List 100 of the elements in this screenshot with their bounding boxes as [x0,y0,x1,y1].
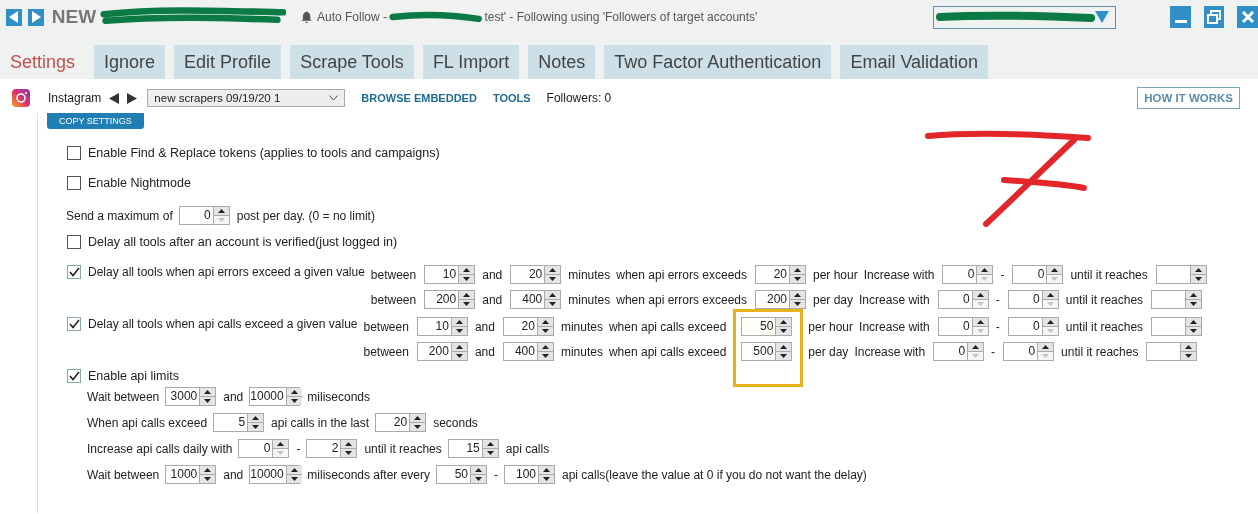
tab[interactable]: Notes [528,45,596,79]
checkbox-label: Enable api limits [88,369,179,383]
toolbar-link[interactable]: TOOLS [492,92,531,104]
number-spinner[interactable]: 0 [1007,290,1059,309]
bell-icon [300,10,312,24]
setting-label: miliseconds [307,389,370,404]
number-spinner[interactable]: 20 [755,265,806,284]
number-spinner[interactable]: 20 [502,317,554,336]
number-spinner[interactable]: 3000 [165,387,217,406]
number-spinner[interactable]: 0 [178,206,230,225]
status-text: Auto Follow - [317,10,388,24]
forward-button[interactable] [27,8,44,26]
setting-label: - [1000,267,1005,282]
setting-label: between [363,319,409,334]
number-spinner[interactable]: 200 [416,342,468,361]
number-spinner[interactable]: 0 [937,290,989,309]
setting-label: When api calls exceed [87,415,208,430]
tab[interactable]: Scrape Tools [290,45,414,79]
chevron-icon [329,95,339,101]
number-spinner[interactable]: 100 [504,465,555,484]
number-spinner[interactable]: 10 [416,317,468,336]
number-spinner[interactable]: 0 [1012,265,1064,284]
number-spinner[interactable]: 400 [502,342,554,361]
number-spinner[interactable]: 200 [424,290,476,309]
number-spinner[interactable]: 0 [1003,342,1055,361]
setting-label: Wait between [87,467,160,482]
setting-label: Wait between [87,389,160,404]
number-spinner[interactable]: 10000 [249,387,301,406]
number-spinner[interactable]: 20 [510,265,562,284]
setting-label: - [995,319,1000,334]
number-spinner[interactable]: 50 [436,465,487,484]
checkbox[interactable] [67,176,81,190]
account-dropdown[interactable] [933,5,1117,29]
setting-label: until it reaches [1061,344,1139,359]
setting-label: and [223,389,244,404]
tab[interactable]: Email Validation [840,45,989,79]
setting-label: minutes [560,344,603,359]
number-spinner[interactable] [1151,317,1203,336]
number-spinner[interactable] [1151,290,1203,309]
checkbox[interactable] [67,235,81,249]
number-spinner[interactable]: 200 [755,290,806,309]
checkbox[interactable] [67,317,81,331]
restore-icon [1207,10,1222,24]
setting-label: Increase with [859,292,930,307]
setting-label: miliseconds after every [307,467,430,482]
setting-label: api calls [505,441,550,456]
tab[interactable]: Two Factor Authentication [604,45,832,79]
copy-settings-button[interactable]: COPY SETTINGS [47,113,144,129]
checkbox-label: Delay all tools when api errors exceed a given value [88,265,365,279]
number-spinner[interactable]: 10000 [249,465,301,484]
number-spinner[interactable]: 20 [375,413,427,432]
camera-icon [12,89,30,107]
close-button[interactable] [1237,6,1258,28]
setting-label: per hour [808,319,854,334]
back-button[interactable] [6,8,22,26]
setting-label: minutes [568,292,611,307]
setting-label: minutes [568,267,611,282]
how-it-works-button[interactable]: HOW IT WORKS [1137,87,1240,109]
number-spinner[interactable]: 10 [424,265,476,284]
close-icon [1240,10,1255,24]
setting-label: and [474,344,495,359]
setting-label: when api calls exceed [608,344,727,359]
setting-label: Send a maximum of [66,208,173,223]
number-spinner[interactable]: 0 [942,265,994,284]
number-spinner[interactable]: 0 [933,342,985,361]
setting-label: - [995,292,1000,307]
minimize-button[interactable] [1170,6,1191,28]
number-spinner[interactable]: 15 [447,439,499,458]
number-spinner[interactable]: 2 [306,439,358,458]
setting-label: when api errors exceeds [616,267,747,282]
number-spinner[interactable]: 5 [213,413,265,432]
checkbox[interactable] [67,265,81,279]
checkbox[interactable] [67,369,81,383]
checkbox-label: Enable Nightmode [88,176,191,190]
next-arrow-icon[interactable] [127,92,138,104]
tab[interactable]: Edit Profile [174,45,282,79]
checkbox[interactable] [67,146,81,160]
number-spinner[interactable] [1146,342,1198,361]
profile-dropdown[interactable]: new scrapers 09/19/20 1 [147,89,346,107]
toolbar-link[interactable]: BROWSE EMBEDDED [361,92,477,104]
tab[interactable]: Ignore [94,45,166,79]
status-text: test' - Following using 'Followers of target accounts' [484,10,758,24]
number-spinner[interactable]: 0 [1007,317,1059,336]
restore-button[interactable] [1203,6,1225,28]
tab[interactable]: FL Import [422,45,520,79]
setting-label: until it reaches [364,441,442,456]
setting-label: - [991,344,996,359]
setting-label: Increase with [859,319,930,334]
number-spinner[interactable]: 1000 [165,465,217,484]
setting-label: when api calls exceed [608,319,727,334]
number-spinner[interactable]: 0 [937,317,989,336]
setting-label: between [363,344,409,359]
number-spinner[interactable]: 400 [510,290,562,309]
number-spinner[interactable]: 0 [238,439,290,458]
number-spinner[interactable] [1155,265,1207,284]
previous-arrow-icon[interactable] [109,92,120,104]
number-spinner[interactable]: 500 [741,342,793,361]
setting-label: seconds [433,415,478,430]
number-spinner[interactable]: 50 [741,317,793,336]
right-triangle-icon [30,11,41,23]
